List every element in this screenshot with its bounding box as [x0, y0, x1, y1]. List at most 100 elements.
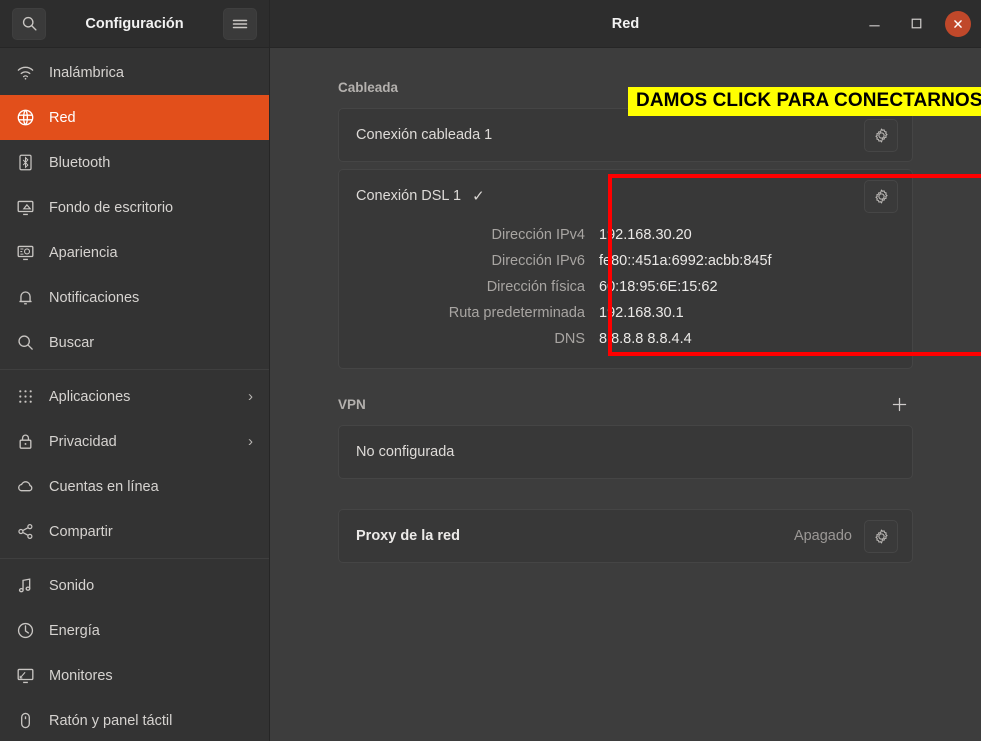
- vpn-card[interactable]: No configurada: [338, 425, 913, 479]
- gear-icon: [873, 188, 890, 205]
- sidebar-item-red[interactable]: Red: [0, 95, 269, 140]
- connection-row[interactable]: Conexión DSL 1 ✓: [339, 170, 912, 222]
- detail-row: Dirección IPv4 192.168.30.20: [339, 222, 912, 248]
- sidebar-item-privacidad[interactable]: Privacidad ›: [0, 419, 269, 464]
- sidebar-item-notificaciones[interactable]: Notificaciones: [0, 275, 269, 320]
- menu-button[interactable]: [223, 8, 257, 40]
- detail-value: 8.8.8.8 8.8.4.4: [599, 326, 692, 352]
- detail-key: Ruta predeterminada: [339, 300, 599, 326]
- sidebar-item-raton-y-panel-tactil[interactable]: Ratón y panel táctil: [0, 698, 269, 741]
- proxy-settings-button[interactable]: [864, 520, 898, 553]
- plus-icon: [891, 396, 913, 413]
- sidebar-item-label: Ratón y panel táctil: [49, 713, 253, 729]
- chevron-right-icon: ›: [248, 433, 253, 450]
- proxy-row[interactable]: Proxy de la red Apagado: [339, 510, 912, 562]
- sidebar-item-label: Inalámbrica: [49, 65, 253, 81]
- cloud-icon: [14, 476, 36, 498]
- connection-details: Dirección IPv4 192.168.30.20 Dirección I…: [339, 222, 912, 368]
- vpn-section-header: VPN: [338, 391, 913, 417]
- detail-row: Ruta predeterminada 192.168.30.1: [339, 300, 912, 326]
- connection-name: Conexión DSL 1: [356, 188, 461, 204]
- main-panel: Red: [270, 0, 981, 741]
- sidebar-item-sonido[interactable]: Sonido: [0, 563, 269, 608]
- search-button[interactable]: [12, 8, 46, 40]
- detail-row: Dirección física 60:18:95:6E:15:62: [339, 274, 912, 300]
- sidebar-item-buscar[interactable]: Buscar: [0, 320, 269, 365]
- detail-value: fe80::451a:6992:acbb:845f: [599, 248, 772, 274]
- sidebar-item-label: Aplicaciones: [49, 389, 235, 405]
- share-icon: [14, 521, 36, 543]
- sidebar-item-bluetooth[interactable]: Bluetooth: [0, 140, 269, 185]
- bluetooth-icon: [14, 152, 36, 174]
- gear-icon: [873, 127, 890, 144]
- proxy-label: Proxy de la red: [356, 528, 460, 544]
- vpn-row[interactable]: No configurada: [339, 426, 912, 478]
- detail-value: 192.168.30.20: [599, 222, 692, 248]
- apps-grid-icon: [14, 386, 36, 408]
- annotation-banner: DAMOS CLICK PARA CONECTARNOS A LA CONEXI…: [628, 87, 981, 116]
- sidebar-header: Configuración: [0, 0, 269, 48]
- sidebar-item-label: Sonido: [49, 578, 253, 594]
- search-icon: [14, 332, 36, 354]
- sidebar-item-inalambrica[interactable]: Inalámbrica: [0, 50, 269, 95]
- sidebar-item-fondo-de-escritorio[interactable]: Fondo de escritorio: [0, 185, 269, 230]
- sidebar-item-label: Cuentas en línea: [49, 479, 253, 495]
- window-controls: [861, 11, 971, 37]
- sidebar-item-label: Compartir: [49, 524, 253, 540]
- sidebar-item-label: Monitores: [49, 668, 253, 684]
- sidebar-item-cuentas-en-linea[interactable]: Cuentas en línea: [0, 464, 269, 509]
- detail-key: Dirección física: [339, 274, 599, 300]
- appearance-icon: [14, 242, 36, 264]
- detail-key: Dirección IPv4: [339, 222, 599, 248]
- proxy-card[interactable]: Proxy de la red Apagado: [338, 509, 913, 563]
- power-icon: [14, 620, 36, 642]
- add-vpn-button[interactable]: [891, 396, 913, 413]
- sidebar-item-aplicaciones[interactable]: Aplicaciones ›: [0, 374, 269, 419]
- detail-row: Dirección IPv6 fe80::451a:6992:acbb:845f: [339, 248, 912, 274]
- detail-key: DNS: [339, 326, 599, 352]
- sidebar-item-monitores[interactable]: Monitores: [0, 653, 269, 698]
- proxy-status: Apagado: [794, 528, 852, 544]
- wallpaper-icon: [14, 197, 36, 219]
- sidebar-list: Inalámbrica Red Bluetooth: [0, 48, 269, 741]
- wired-connection-card-2[interactable]: Conexión DSL 1 ✓ Dirección: [338, 169, 913, 369]
- minimize-button[interactable]: [861, 11, 887, 37]
- maximize-button[interactable]: [903, 11, 929, 37]
- sidebar-item-compartir[interactable]: Compartir: [0, 509, 269, 554]
- sidebar-separator: [0, 558, 269, 559]
- connection-settings-button[interactable]: [864, 180, 898, 213]
- detail-row: DNS 8.8.8.8 8.8.4.4: [339, 326, 912, 352]
- wired-section-title: Cableada: [338, 80, 398, 95]
- sidebar-item-label: Energía: [49, 623, 253, 639]
- sidebar-item-label: Apariencia: [49, 245, 253, 261]
- sidebar-item-apariencia[interactable]: Apariencia: [0, 230, 269, 275]
- gear-icon: [873, 528, 890, 545]
- connection-row[interactable]: Conexión cableada 1: [339, 109, 912, 161]
- vpn-section-title: VPN: [338, 397, 366, 412]
- settings-window: Configuración Inalámbrica: [0, 0, 981, 741]
- sidebar-item-label: Buscar: [49, 335, 253, 351]
- wifi-icon: [14, 62, 36, 84]
- close-button[interactable]: [945, 11, 971, 37]
- connection-settings-button[interactable]: [864, 119, 898, 152]
- sidebar-item-label: Privacidad: [49, 434, 235, 450]
- sidebar-item-label: Notificaciones: [49, 290, 253, 306]
- window-titlebar: Red: [270, 0, 981, 48]
- display-icon: [14, 665, 36, 687]
- detail-key: Dirección IPv6: [339, 248, 599, 274]
- sidebar-item-energia[interactable]: Energía: [0, 608, 269, 653]
- music-note-icon: [14, 575, 36, 597]
- mouse-icon: [14, 710, 36, 732]
- sidebar-item-label: Red: [49, 110, 253, 126]
- detail-value: 192.168.30.1: [599, 300, 684, 326]
- lock-icon: [14, 431, 36, 453]
- detail-value: 60:18:95:6E:15:62: [599, 274, 718, 300]
- sidebar-item-label: Bluetooth: [49, 155, 253, 171]
- bell-icon: [14, 287, 36, 309]
- wired-connection-card-1[interactable]: Conexión cableada 1: [338, 108, 913, 162]
- connection-name: Conexión cableada 1: [356, 127, 492, 143]
- sidebar-item-label: Fondo de escritorio: [49, 200, 253, 216]
- app-title: Configuración: [46, 16, 223, 32]
- vpn-status-label: No configurada: [356, 444, 454, 460]
- sidebar: Configuración Inalámbrica: [0, 0, 270, 741]
